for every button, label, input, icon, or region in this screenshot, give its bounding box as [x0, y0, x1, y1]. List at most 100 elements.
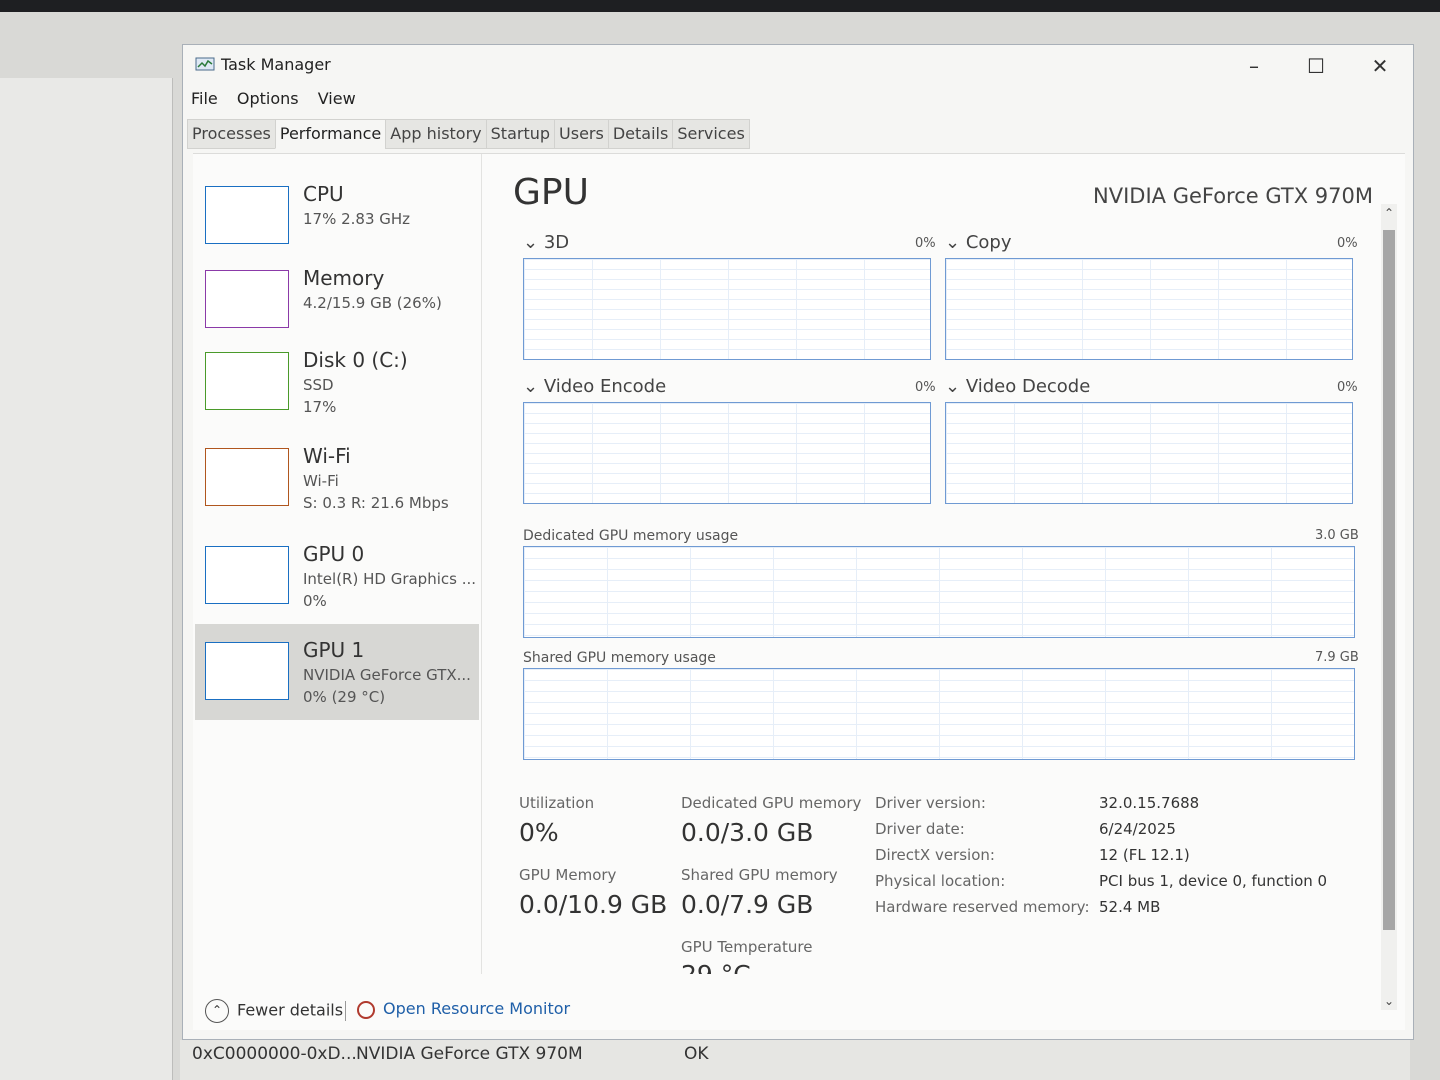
sidebar-item-value: S: 0.3 R: 21.6 Mbps [303, 494, 449, 512]
resource-sidebar: CPU 17% 2.83 GHz Memory 4.2/15.9 GB (26%… [193, 154, 482, 974]
cpu-mini-graph [205, 186, 289, 244]
scroll-up-arrow-icon[interactable]: ⌃ [1381, 206, 1397, 220]
window-title: Task Manager [221, 55, 331, 74]
menu-bar: File Options View [191, 89, 370, 113]
task-manager-icon [195, 57, 215, 71]
sidebar-item-memory[interactable]: Memory 4.2/15.9 GB (26%) [195, 252, 479, 336]
background-memory-range: 0xC0000000-0xD... [192, 1044, 357, 1064]
gpu-model-name: NVIDIA GeForce GTX 970M [1093, 184, 1373, 208]
sidebar-item-disk[interactable]: Disk 0 (C:) SSD 17% [195, 334, 479, 418]
engine-selector-3d[interactable]: ⌄ 3D [523, 232, 569, 253]
physical-location-value: PCI bus 1, device 0, function 0 [1099, 872, 1328, 890]
gpu-temperature-clip: 29 °C [681, 960, 881, 974]
engine-selector-video-encode[interactable]: ⌄ Video Encode [523, 376, 666, 397]
resource-monitor-icon [357, 1000, 375, 1019]
driver-date-value: 6/24/2025 [1099, 820, 1176, 838]
memory-mini-graph [205, 270, 289, 328]
tab-app-history[interactable]: App history [385, 119, 487, 149]
maximize-button[interactable]: ☐ [1293, 51, 1339, 81]
minimize-button[interactable]: – [1231, 51, 1277, 81]
graph-video-decode [945, 402, 1353, 504]
engine-percent: 0% [1337, 380, 1358, 395]
engine-label: Video Encode [543, 376, 667, 397]
engine-label: 3D [543, 232, 570, 253]
background-device-row: 0xC0000000-0xD... NVIDIA GeForce GTX 970… [180, 1040, 1410, 1080]
tab-startup[interactable]: Startup [485, 119, 556, 149]
physical-location-label: Physical location: [875, 872, 1006, 890]
driver-date-label: Driver date: [875, 820, 965, 838]
background-device-name: NVIDIA GeForce GTX 970M [356, 1044, 583, 1064]
sidebar-item-label: CPU [303, 182, 344, 206]
dedicated-memory-label: Dedicated GPU memory [681, 794, 862, 812]
shared-memory-graph-max: 7.9 GB [1315, 650, 1359, 665]
wifi-mini-graph [205, 448, 289, 506]
fewer-details-label: Fewer details [237, 1000, 344, 1020]
sidebar-item-label: GPU 0 [303, 542, 365, 566]
engine-label: Copy [965, 232, 1012, 253]
engine-percent: 0% [915, 380, 936, 395]
disk-mini-graph [205, 352, 289, 410]
background-window-panel [0, 78, 173, 1080]
sidebar-item-wifi[interactable]: Wi-Fi Wi-Fi S: 0.3 R: 21.6 Mbps [195, 430, 479, 514]
sidebar-item-detail: Wi-Fi [303, 472, 339, 490]
footer-bar: ⌃ Fewer details Open Resource Monitor [193, 993, 1405, 1031]
sidebar-item-cpu[interactable]: CPU 17% 2.83 GHz [195, 168, 479, 252]
sidebar-item-gpu0[interactable]: GPU 0 Intel(R) HD Graphics ... 0% [195, 528, 479, 612]
gpu-memory-value: 0.0/10.9 GB [519, 890, 668, 919]
engine-label: Video Decode [965, 376, 1091, 397]
vertical-scrollbar[interactable]: ⌃ ⌄ [1381, 204, 1397, 1010]
engine-percent: 0% [1337, 236, 1358, 251]
tab-services[interactable]: Services [672, 119, 750, 149]
screen-top-bezel [0, 0, 1440, 12]
engine-selector-video-decode[interactable]: ⌄ Video Decode [945, 376, 1090, 397]
performance-panel: CPU 17% 2.83 GHz Memory 4.2/15.9 GB (26%… [193, 153, 1405, 1030]
menu-file[interactable]: File [191, 89, 218, 108]
background-status: OK [684, 1044, 709, 1064]
driver-version-label: Driver version: [875, 794, 986, 812]
gpu-temperature-label: GPU Temperature [681, 938, 813, 956]
graph-shared-memory [523, 668, 1355, 760]
sidebar-item-label: GPU 1 [303, 638, 365, 662]
footer-divider [345, 1001, 346, 1021]
fewer-details-button[interactable]: ⌃ Fewer details [205, 999, 343, 1023]
tab-performance[interactable]: Performance [274, 119, 387, 149]
gpu-temperature-value: 29 °C [681, 960, 751, 974]
directx-version-value: 12 (FL 12.1) [1099, 846, 1190, 864]
graph-video-encode [523, 402, 931, 504]
title-bar[interactable]: Task Manager – ☐ ✕ [183, 45, 1413, 85]
graph-3d [523, 258, 931, 360]
menu-view[interactable]: View [318, 89, 356, 108]
sidebar-item-detail: 17% 2.83 GHz [303, 210, 411, 228]
sidebar-item-detail: Intel(R) HD Graphics ... [303, 570, 477, 588]
menu-options[interactable]: Options [237, 89, 299, 108]
open-resource-monitor-label: Open Resource Monitor [383, 999, 571, 1018]
tab-users[interactable]: Users [554, 119, 609, 149]
sidebar-item-gpu1[interactable]: GPU 1 NVIDIA GeForce GTX... 0% (29 °C) [195, 624, 479, 720]
shared-memory-value: 0.0/7.9 GB [681, 890, 814, 919]
sidebar-item-detail: SSD [303, 376, 334, 394]
shared-memory-graph-label: Shared GPU memory usage [523, 650, 716, 666]
graph-copy [945, 258, 1353, 360]
shared-memory-label: Shared GPU memory [681, 866, 838, 884]
gpu-memory-label: GPU Memory [519, 866, 617, 884]
close-button[interactable]: ✕ [1357, 51, 1403, 81]
dedicated-memory-graph-label: Dedicated GPU memory usage [523, 528, 739, 544]
graph-dedicated-memory [523, 546, 1355, 638]
tab-details[interactable]: Details [607, 119, 674, 149]
open-resource-monitor-link[interactable]: Open Resource Monitor [357, 999, 570, 1019]
sidebar-item-label: Wi-Fi [303, 444, 351, 468]
directx-version-label: DirectX version: [875, 846, 995, 864]
tab-processes[interactable]: Processes [187, 119, 276, 149]
sidebar-item-value: 17% [303, 398, 337, 416]
sidebar-item-detail: 4.2/15.9 GB (26%) [303, 294, 442, 312]
utilization-value: 0% [519, 818, 559, 847]
tab-bar: Processes Performance App history Startup Us… [187, 119, 750, 149]
chevron-up-circle-icon: ⌃ [205, 999, 229, 1023]
dedicated-memory-value: 0.0/3.0 GB [681, 818, 814, 847]
scroll-thumb[interactable] [1383, 230, 1395, 930]
utilization-label: Utilization [519, 794, 595, 812]
engine-selector-copy[interactable]: ⌄ Copy [945, 232, 1011, 253]
sidebar-item-detail: NVIDIA GeForce GTX... [303, 666, 471, 684]
dedicated-memory-graph-max: 3.0 GB [1315, 528, 1359, 543]
reserved-memory-value: 52.4 MB [1099, 898, 1161, 916]
